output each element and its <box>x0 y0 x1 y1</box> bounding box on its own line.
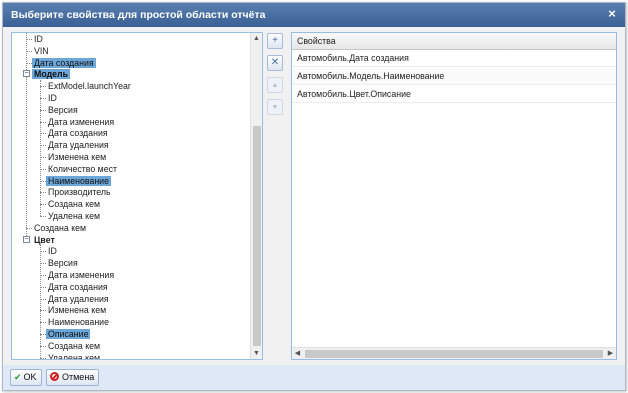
grid-column-header[interactable]: Свойства <box>292 33 616 50</box>
tree-node-label: VIN <box>34 45 49 56</box>
tree-node-label: Наименование <box>46 175 111 186</box>
property-tree-panel: ID VIN Дата создания − Модель ExtModel.launch… <box>11 32 263 360</box>
tree-node-label: Дата изменения <box>48 116 115 127</box>
arrow-down-icon: ▼ <box>271 104 279 111</box>
tree-node[interactable]: Описание <box>46 328 91 340</box>
tree-node[interactable]: Наименование <box>46 175 111 187</box>
tree-node[interactable]: Изменена кем <box>46 151 108 163</box>
tree-node[interactable]: Удалена кем <box>46 210 102 222</box>
property-tree: ID VIN Дата создания − Модель ExtModel.launch… <box>12 33 250 359</box>
remove-icon: ✕ <box>270 57 280 68</box>
scroll-left-arrow-icon[interactable]: ◀ <box>292 348 303 359</box>
tree-node[interactable]: Удалена кем <box>46 352 102 360</box>
grid-row[interactable]: Автомобиль.Дата создания <box>292 50 616 67</box>
tree-node-label: Производитель <box>48 187 111 198</box>
scroll-right-arrow-icon[interactable]: ▶ <box>605 348 616 359</box>
tree-node[interactable]: Производитель <box>46 186 113 198</box>
close-icon[interactable]: × <box>605 7 619 21</box>
add-property-button[interactable]: + <box>267 33 283 49</box>
tree-node[interactable]: Цвет <box>32 234 57 246</box>
tree-node-label: ID <box>34 34 43 44</box>
arrow-up-icon: ▲ <box>271 82 279 89</box>
ok-label: OK <box>23 372 37 382</box>
remove-property-button[interactable]: ✕ <box>267 55 283 71</box>
selected-properties-grid: Свойства Автомобиль.Дата создания Автомо… <box>291 32 617 360</box>
cancel-icon <box>50 372 59 381</box>
tree-node-label: ID <box>48 246 57 257</box>
tree-node[interactable]: Дата изменения <box>46 116 116 128</box>
tree-node[interactable]: Версия <box>46 104 80 116</box>
tree-node-label: Модель <box>32 69 71 80</box>
tree-node-label: Создана кем <box>48 340 101 351</box>
tree-scroll-thumb[interactable] <box>253 126 261 346</box>
tree-node-label: Удалена кем <box>48 211 101 221</box>
tree-node[interactable]: Дата создания <box>46 281 110 293</box>
tree-node[interactable]: ID <box>32 33 45 45</box>
tree-node[interactable]: Количество мест <box>46 163 119 175</box>
properties-dialog: Выберите свойства для простой области от… <box>2 2 626 391</box>
tree-node-label: Дата удаления <box>48 293 109 304</box>
tree-node[interactable]: ID <box>46 245 59 257</box>
tree-node[interactable]: ExtModel.launchYear <box>46 80 133 92</box>
tree-collapse-icon[interactable]: − <box>23 235 30 243</box>
tree-node-label: Цвет <box>34 234 55 245</box>
tree-node-label: Создана кем <box>48 199 101 210</box>
tree-node[interactable]: Создана кем <box>46 198 102 210</box>
cancel-label: Отмена <box>62 372 95 382</box>
tree-node-label: Количество мест <box>48 163 118 174</box>
tree-node-label: Дата создания <box>48 281 108 292</box>
tree-node-label: Создана кем <box>34 222 87 233</box>
checkmark-icon: ✔ <box>14 372 22 382</box>
tree-node[interactable]: Дата создания <box>46 127 110 139</box>
grid-row[interactable]: Автомобиль.Цвет.Описание <box>292 86 616 103</box>
dialog-titlebar: Выберите свойства для простой области от… <box>3 3 625 27</box>
grid-horizontal-scrollbar[interactable]: ◀ ▶ <box>292 347 616 359</box>
tree-node-label: Дата создания <box>48 128 108 139</box>
tree-node-label: Дата изменения <box>48 270 115 280</box>
tree-node-label: Дата создания <box>32 57 96 68</box>
tree-guide-line <box>26 33 27 240</box>
tree-node-label: Наименование <box>48 317 109 328</box>
tree-node-label: Версия <box>48 258 78 269</box>
tree-node[interactable]: Дата изменения <box>46 269 116 281</box>
tree-collapse-icon[interactable]: − <box>23 70 30 78</box>
tree-node[interactable]: Наименование <box>46 316 111 328</box>
tree-node[interactable]: Создана кем <box>32 222 88 234</box>
dialog-title: Выберите свойства для простой области от… <box>11 9 266 21</box>
dialog-footer: ✔ OK Отмена <box>3 365 625 390</box>
tree-guide-line <box>40 80 41 216</box>
tree-node-label: Изменена кем <box>48 152 107 162</box>
tree-node[interactable]: Создана кем <box>46 340 102 352</box>
tree-node-label: Дата удаления <box>48 140 109 151</box>
tree-vertical-scrollbar[interactable]: ▲ ▼ <box>250 33 262 359</box>
tree-node[interactable]: VIN <box>32 45 51 57</box>
tree-node[interactable]: Дата удаления <box>46 139 111 151</box>
tree-node[interactable]: Дата удаления <box>46 293 111 305</box>
tree-node-label: Изменена кем <box>48 305 107 316</box>
tree-node-label: Удалена кем <box>48 352 101 360</box>
scroll-up-arrow-icon[interactable]: ▲ <box>251 33 262 44</box>
dialog-body: ID VIN Дата создания − Модель ExtModel.launch… <box>3 27 625 365</box>
tree-node[interactable]: Версия <box>46 257 80 269</box>
ok-button[interactable]: ✔ OK <box>10 369 42 386</box>
cancel-button[interactable]: Отмена <box>46 369 100 386</box>
tree-node-label: Описание <box>46 329 91 339</box>
grid-row[interactable]: Автомобиль.Модель.Наименование <box>292 68 616 85</box>
tree-node[interactable]: Дата создания <box>32 57 96 69</box>
tree-node[interactable]: Модель <box>32 68 71 80</box>
grid-scroll-thumb[interactable] <box>305 350 603 358</box>
tree-node-label: Версия <box>48 104 78 115</box>
tree-node[interactable]: ID <box>46 92 59 104</box>
tree-node-label: ExtModel.launchYear <box>48 81 131 92</box>
move-down-button[interactable]: ▼ <box>267 99 283 115</box>
tree-node-label: ID <box>48 93 57 103</box>
scroll-down-arrow-icon[interactable]: ▼ <box>251 348 262 359</box>
add-icon: + <box>272 35 278 46</box>
move-up-button[interactable]: ▲ <box>267 77 283 93</box>
tree-node[interactable]: Изменена кем <box>46 304 108 316</box>
